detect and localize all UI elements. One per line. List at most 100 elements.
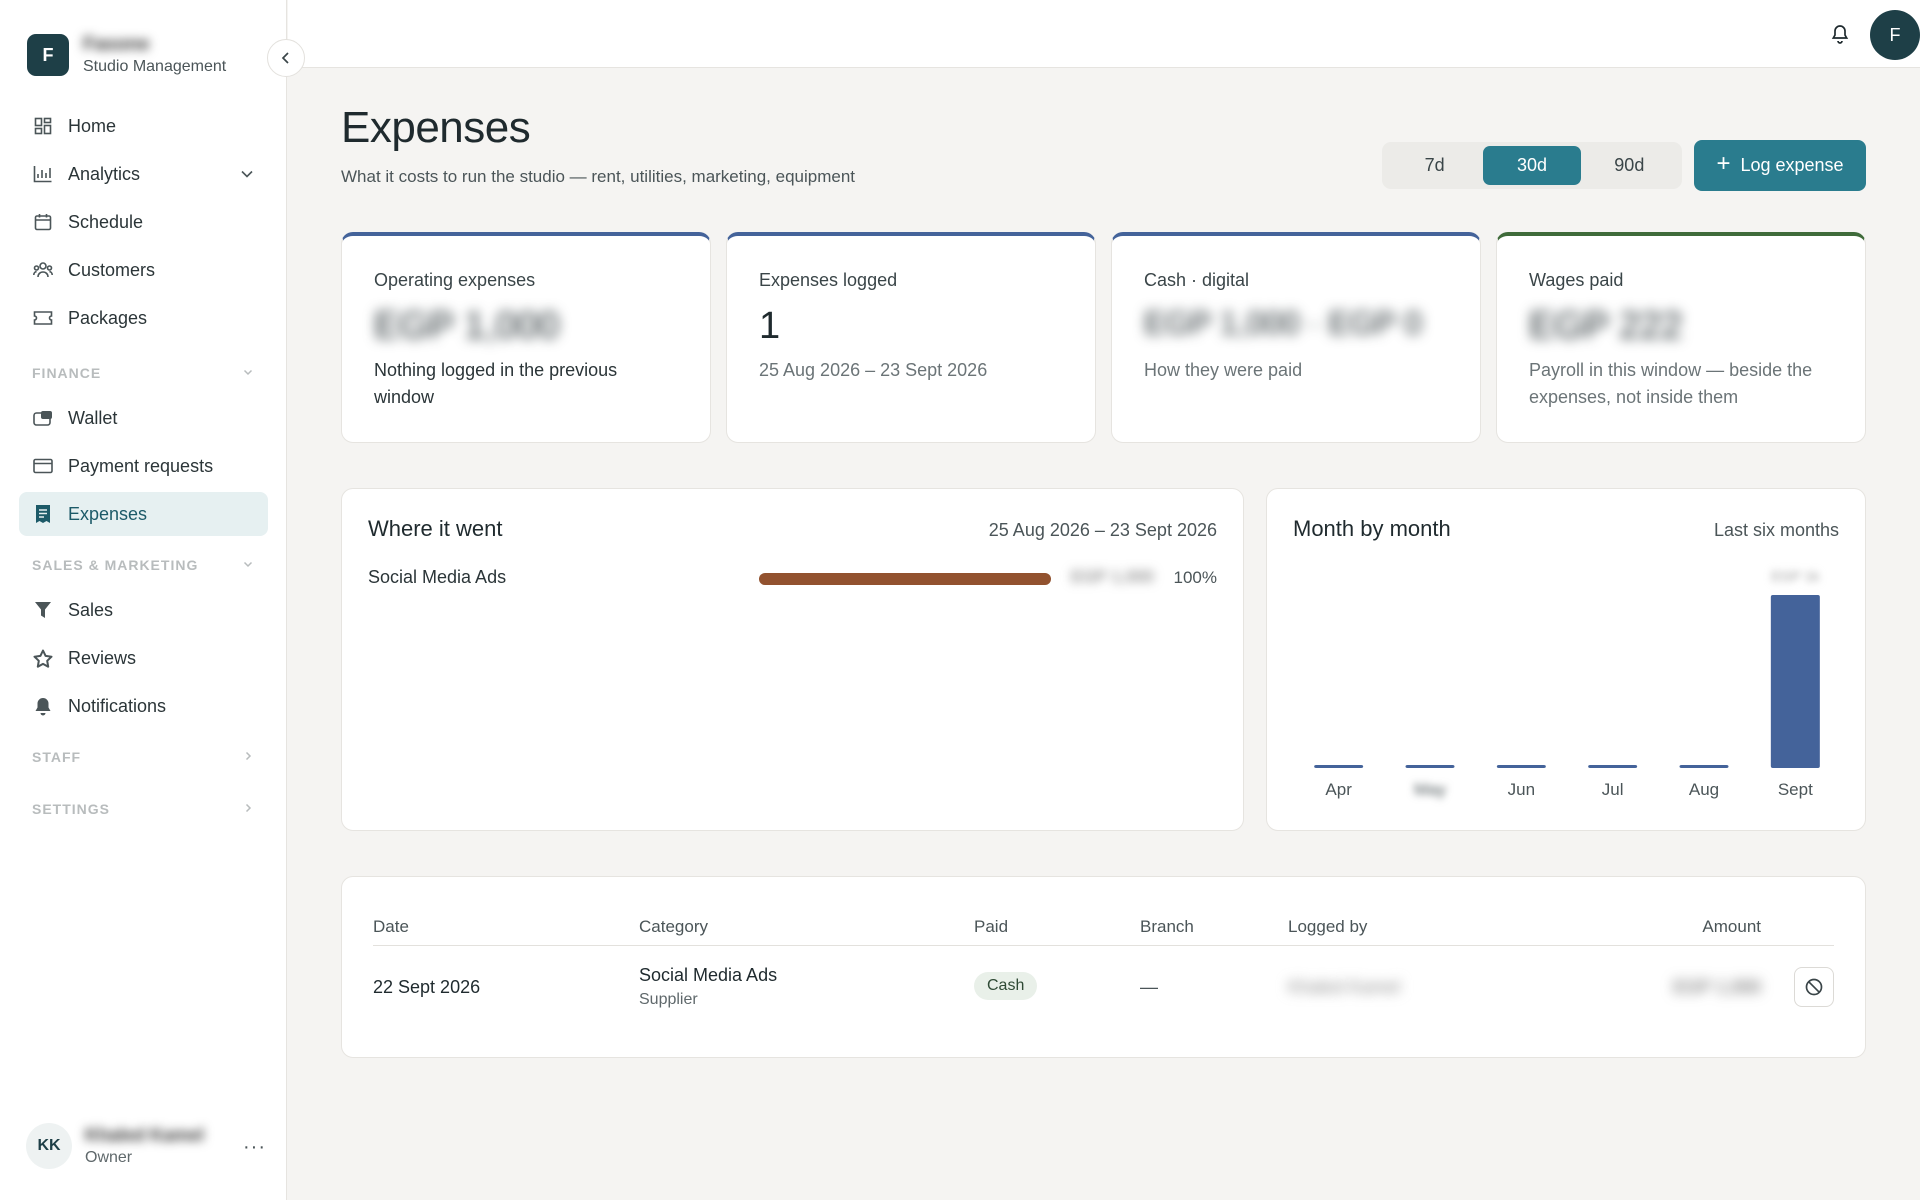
brand-name: Fasone — [83, 34, 150, 55]
stat-card-operating-expenses: Operating expenses EGP 1,000 Nothing log… — [341, 232, 711, 443]
where-it-went-panel: Where it went 25 Aug 2026 – 23 Sept 2026… — [341, 488, 1244, 831]
stat-value: EGP 1,000 — [374, 305, 560, 347]
collapse-sidebar-button[interactable] — [267, 39, 305, 77]
category-bar-track — [759, 573, 1051, 585]
user-name: Khaled Kamel — [85, 1125, 205, 1145]
card-icon — [33, 456, 53, 476]
ban-icon — [1805, 978, 1823, 996]
stat-note: How they were paid — [1144, 360, 1303, 380]
range-selector: 7d 30d 90d — [1382, 142, 1682, 189]
column-header-logged-by: Logged by — [1288, 917, 1368, 936]
category-label: Social Media Ads — [368, 567, 507, 587]
sidebar-item-label: Packages — [68, 307, 148, 328]
star-icon — [33, 648, 53, 668]
chart-tick-label: Sept — [1778, 780, 1813, 799]
column-header-date: Date — [373, 917, 409, 936]
sidebar-item-label: Expenses — [68, 503, 148, 524]
range-90d-button[interactable]: 90d — [1581, 146, 1678, 185]
category-amount: EGP 1,000 — [1071, 567, 1154, 586]
calendar-icon — [33, 212, 53, 232]
bell-icon — [33, 696, 53, 716]
sidebar-item-analytics[interactable]: Analytics — [19, 152, 268, 196]
chart-tick-label: Apr — [1325, 780, 1352, 799]
status-badge: Cash — [974, 972, 1038, 1000]
sidebar-item-wallet[interactable]: Wallet — [19, 396, 268, 440]
cell-date: 22 Sept 2026 — [373, 977, 481, 997]
stat-note: Nothing logged in the previous window — [374, 360, 618, 407]
stat-label: Cash · digital — [1144, 270, 1250, 290]
bell-icon[interactable] — [1828, 22, 1852, 46]
section-finance[interactable]: FINANCE — [19, 362, 268, 384]
section-sales-marketing-label: SALES & MARKETING — [32, 557, 199, 573]
home-grid-icon — [33, 116, 53, 136]
user-profile[interactable]: KK Khaled Kamel Owner ··· — [26, 1123, 266, 1169]
sidebar-item-expenses[interactable]: Expenses — [19, 492, 268, 536]
wallet-icon — [33, 408, 53, 428]
sidebar-item-label: Notifications — [68, 695, 167, 716]
chart-bar-jul — [1588, 765, 1638, 768]
column-header-amount: Amount — [1702, 917, 1761, 936]
page-title: Expenses — [341, 103, 531, 152]
chart-tick-label: Jun — [1508, 780, 1535, 799]
section-sales-marketing[interactable]: SALES & MARKETING — [19, 554, 268, 576]
chevron-right-icon — [242, 802, 254, 817]
sidebar-item-label: Home — [68, 115, 117, 136]
stat-label: Operating expenses — [374, 270, 536, 290]
avatar: KK — [26, 1123, 72, 1169]
account-avatar[interactable]: F — [1870, 10, 1920, 60]
more-options-icon[interactable]: ··· — [243, 1136, 266, 1159]
category-row: Social Media Ads EGP 1,000 100% — [368, 566, 1217, 590]
cell-logged-by: Khaled Kamel — [1288, 977, 1401, 997]
chevron-down-icon — [242, 558, 254, 573]
range-30d-button[interactable]: 30d — [1483, 146, 1581, 185]
stat-note: Payroll in this window — beside the expe… — [1529, 360, 1813, 407]
sidebar-item-home[interactable]: Home — [19, 104, 268, 148]
sidebar-item-label: Schedule — [68, 211, 144, 232]
sidebar-item-schedule[interactable]: Schedule — [19, 200, 268, 244]
log-expense-button[interactable]: + Log expense — [1694, 140, 1866, 191]
expenses-table: Date Category Paid Branch Logged by Amou… — [341, 876, 1866, 1058]
section-staff-label: STAFF — [32, 749, 82, 765]
sidebar-item-sales[interactable]: Sales — [19, 588, 268, 632]
header-divider — [373, 945, 1834, 946]
sidebar-nav: Home Analytics Schedule Customers Packag… — [19, 104, 268, 820]
sidebar-item-notifications[interactable]: Notifications — [19, 684, 268, 728]
section-settings[interactable]: SETTINGS — [19, 798, 268, 820]
chart-bar-may — [1405, 765, 1455, 768]
category-percent: 100% — [1173, 568, 1217, 587]
stat-note: 25 Aug 2026 – 23 Sept 2026 — [759, 360, 988, 380]
sidebar-item-label: Payment requests — [68, 455, 214, 476]
receipt-icon — [33, 504, 53, 524]
funnel-icon — [33, 600, 53, 620]
chart-bar-apr — [1314, 765, 1364, 768]
brand[interactable]: F Fasone Studio Management — [27, 34, 226, 76]
sidebar-item-packages[interactable]: Packages — [19, 296, 268, 340]
page-subtitle: What it costs to run the studio — rent, … — [341, 167, 856, 186]
chart-tick-label: May — [1414, 780, 1447, 799]
sidebar-item-reviews[interactable]: Reviews — [19, 636, 268, 680]
stat-label: Expenses logged — [759, 270, 898, 290]
user-role: Owner — [85, 1149, 133, 1166]
sidebar-item-customers[interactable]: Customers — [19, 248, 268, 292]
section-staff[interactable]: STAFF — [19, 746, 268, 768]
range-7d-button[interactable]: 7d — [1386, 146, 1483, 185]
top-bar: F — [288, 0, 1920, 68]
chevron-down-icon — [242, 366, 254, 381]
stat-value: 1 — [759, 305, 781, 347]
cell-category-sub: Supplier — [639, 991, 698, 1008]
column-header-paid: Paid — [974, 917, 1009, 936]
section-finance-label: FINANCE — [32, 365, 102, 381]
column-header-branch: Branch — [1140, 917, 1194, 936]
chart-bar-aug — [1679, 765, 1729, 768]
chevron-right-icon — [242, 750, 254, 765]
stat-card-wages-paid: Wages paid EGP 222 Payroll in this windo… — [1496, 232, 1866, 443]
stat-value: EGP 1,000 · EGP 0 — [1144, 305, 1423, 341]
cell-branch: — — [1140, 977, 1158, 997]
sidebar: F Fasone Studio Management Home Analytic… — [0, 0, 287, 1200]
panel-title: Where it went — [368, 516, 503, 541]
void-expense-button[interactable] — [1794, 967, 1834, 1007]
analytics-chart-icon — [33, 164, 53, 184]
chart-tick-label: Aug — [1689, 780, 1719, 799]
sidebar-item-payment-requests[interactable]: Payment requests — [19, 444, 268, 488]
sidebar-item-label: Customers — [68, 259, 156, 280]
